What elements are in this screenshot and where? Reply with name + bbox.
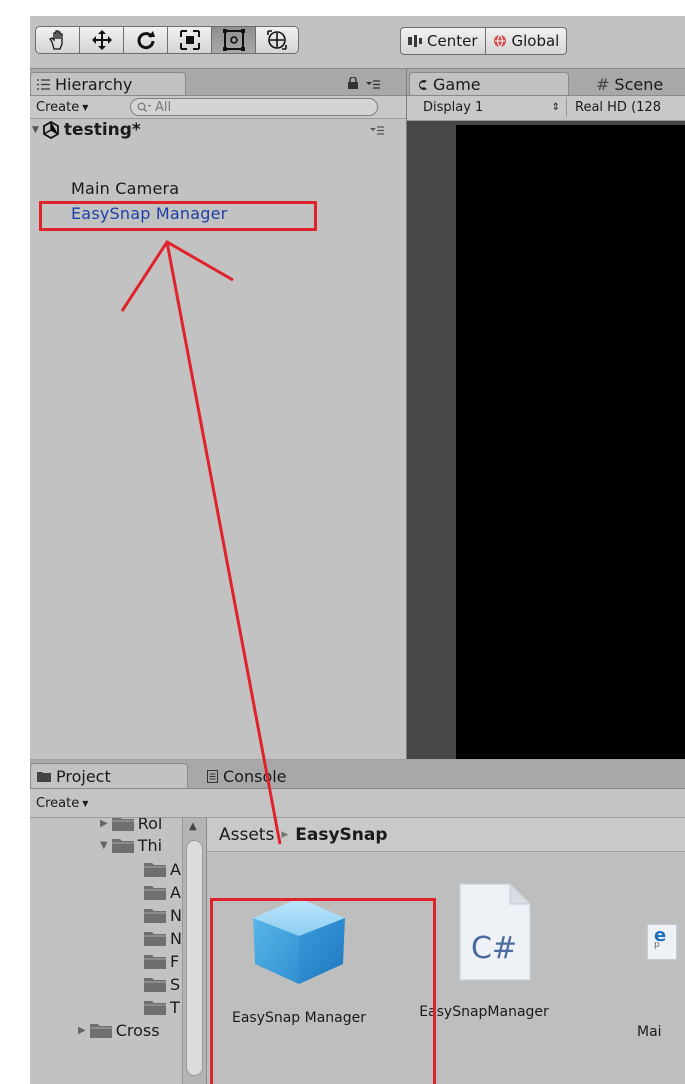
annotation-arrow — [120, 239, 282, 845]
arrow-line — [165, 241, 282, 845]
unity-editor-window: Center Global Hierarchy Create ▼ All ▼ t… — [30, 16, 685, 1084]
